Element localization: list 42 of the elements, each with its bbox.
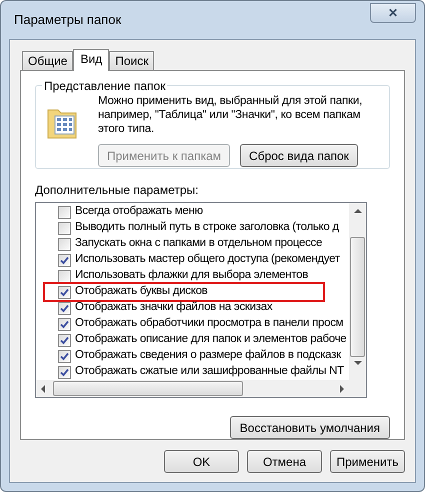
option-label: Отображать описание для папок и элементов рабоче	[75, 332, 346, 348]
restore-defaults-button[interactable]: Восстановить умолчания	[230, 416, 390, 439]
window-title: Параметры папок	[14, 11, 122, 30]
option-label: Всегда отображать меню	[75, 204, 203, 220]
dialog-button[interactable]: Отмена	[247, 450, 322, 473]
tab[interactable]: Вид	[73, 49, 110, 71]
close-button[interactable]: ✕	[370, 3, 416, 23]
scroll-thumb[interactable]	[53, 381, 243, 396]
option-label: Отображать сведения о размере файлов в подсказк	[75, 348, 341, 364]
scroll-up-icon[interactable]	[354, 209, 362, 213]
checkbox[interactable]	[58, 254, 71, 266]
checkbox[interactable]	[58, 366, 71, 378]
checkbox[interactable]	[58, 286, 71, 298]
option-label: Отображать значки файлов на эскизах	[75, 300, 272, 316]
tab[interactable]: Общие	[22, 51, 74, 70]
checkbox[interactable]	[58, 334, 71, 346]
scroll-right-icon[interactable]	[340, 384, 344, 392]
section-label: Дополнительные параметры:	[35, 182, 200, 199]
checkbox[interactable]	[58, 302, 71, 314]
option-label: Отображать сжатые или зашифрованные файлы NT	[75, 364, 344, 380]
option-label: Выводить полный путь в строке заголовка (только д	[75, 220, 339, 236]
option-label: Использовать мастер общего доступа (рекомендует	[75, 252, 340, 268]
dialog-button[interactable]: OK	[164, 450, 239, 473]
description-text: Можно применить вид, выбранный для этой папки, например, "Таблица" или "Значки", ко всем папкам этого типа.	[98, 94, 364, 136]
checkbox[interactable]	[58, 206, 71, 218]
checkbox[interactable]	[58, 238, 71, 250]
checkbox[interactable]	[58, 350, 71, 362]
option-label: Отображать буквы дисков	[75, 284, 208, 300]
scroll-down-icon[interactable]	[354, 361, 362, 365]
tab[interactable]: Поиск	[109, 51, 154, 70]
checkbox[interactable]	[58, 270, 71, 282]
dialog-button[interactable]: Применить	[330, 450, 405, 473]
option-label: Использовать флажки для выбора элементов	[75, 268, 308, 284]
vertical-scrollbar[interactable]	[349, 203, 366, 380]
checkbox[interactable]	[58, 318, 71, 330]
scroll-thumb[interactable]	[350, 237, 365, 357]
option-label: Запускать окна с папками в отдельном процессе	[75, 236, 322, 252]
folder-view-button[interactable]: Сброс вида папок	[240, 144, 358, 167]
option-label: Отображать обработчики просмотра в панели просм	[75, 316, 344, 332]
scroll-left-icon[interactable]	[41, 384, 45, 392]
checkbox[interactable]	[58, 222, 71, 234]
horizontal-scrollbar[interactable]	[36, 380, 366, 397]
